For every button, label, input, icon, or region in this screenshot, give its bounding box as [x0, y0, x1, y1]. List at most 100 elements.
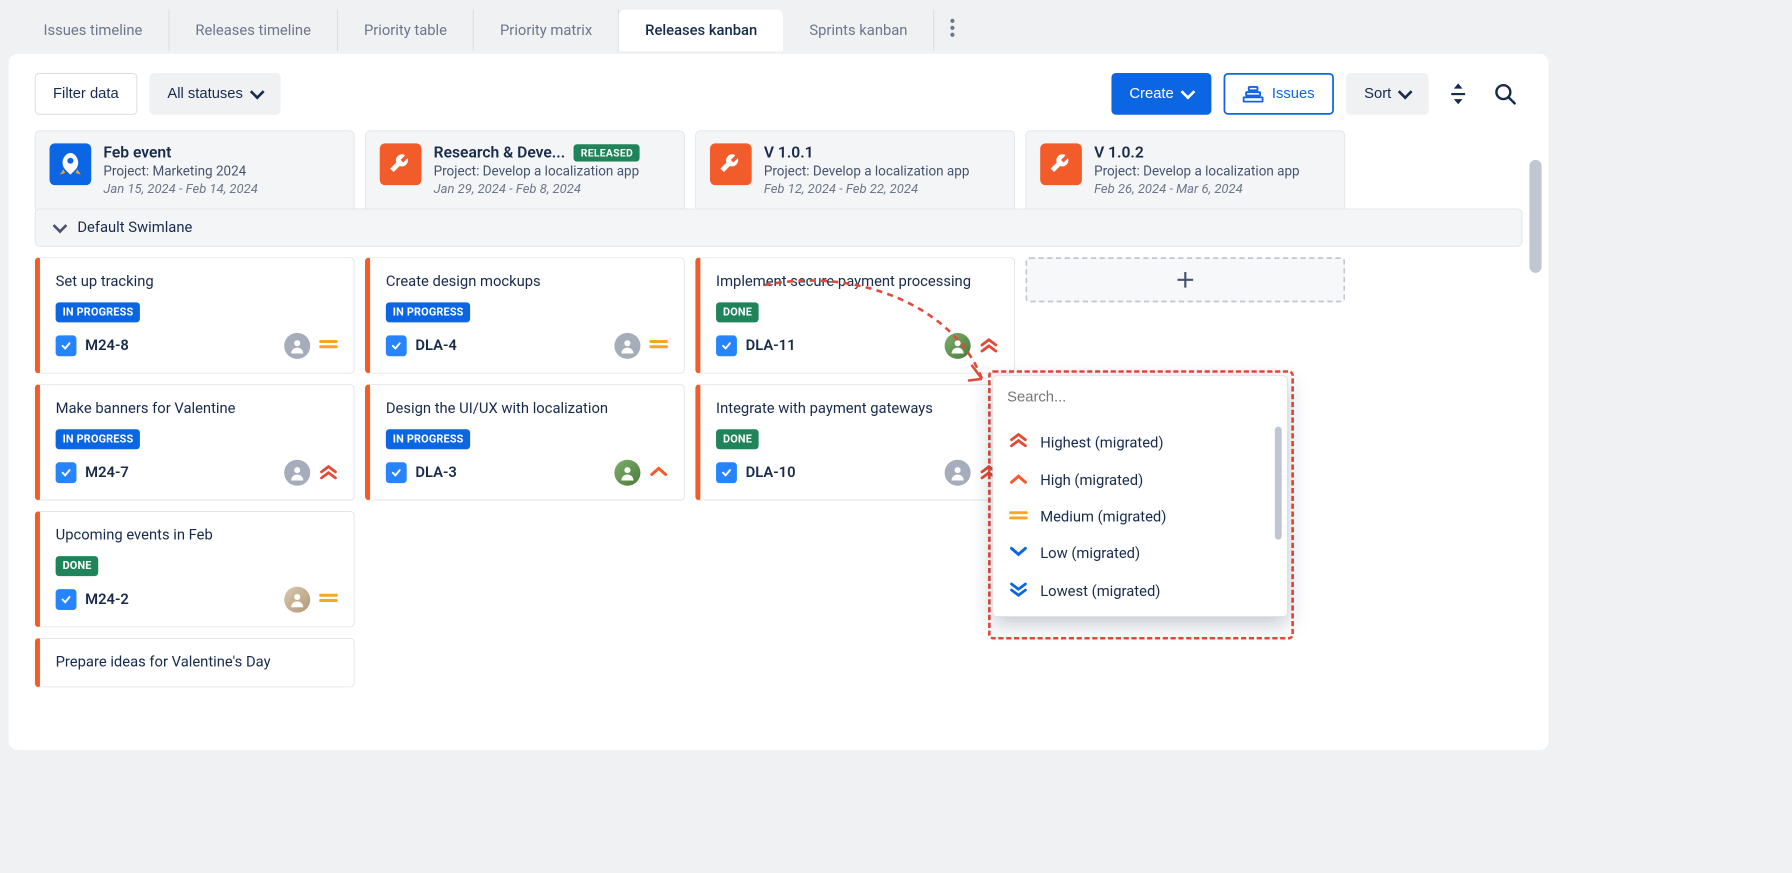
issues-label: Issues [1272, 85, 1315, 102]
chevron-down-icon [1398, 85, 1413, 100]
released-badge: RELEASED [574, 144, 640, 161]
avatar[interactable] [614, 460, 640, 486]
statuses-label: All statuses [167, 85, 243, 102]
card-title: Make banners for Valentine [56, 399, 338, 419]
card-title: Set up tracking [56, 272, 338, 292]
tab-releases-kanban[interactable]: Releases kanban [619, 10, 783, 52]
column-project: Project: Develop a localization app [434, 163, 670, 179]
priority-icon [319, 465, 338, 481]
avatar[interactable] [945, 333, 971, 359]
issues-icon [1242, 85, 1263, 102]
tab-priority-table[interactable]: Priority table [338, 10, 474, 52]
filter-data-button[interactable]: Filter data [35, 73, 137, 115]
issue-type-icon [716, 462, 737, 483]
priority-search-input[interactable] [993, 376, 1287, 418]
avatar-unassigned[interactable] [614, 333, 640, 359]
priority-option-lowest[interactable]: Lowest (migrated) [993, 572, 1287, 611]
tabs-row: Issues timeline Releases timeline Priori… [0, 0, 1557, 54]
statuses-dropdown[interactable]: All statuses [149, 73, 280, 115]
issue-card[interactable]: Make banners for Valentine IN PROGRESS M2… [35, 384, 355, 500]
more-icon [950, 18, 955, 37]
priority-icon [1009, 433, 1028, 453]
tab-releases-timeline[interactable]: Releases timeline [169, 10, 338, 52]
tab-sprints-kanban[interactable]: Sprints kanban [783, 10, 934, 52]
status-badge: DONE [716, 429, 759, 449]
priority-option-low[interactable]: Low (migrated) [993, 535, 1287, 571]
column-header-research[interactable]: Research & Deve... RELEASED Project: Dev… [365, 130, 685, 213]
column-header-feb-event[interactable]: Feb event Project: Marketing 2024 Jan 15… [35, 130, 355, 213]
status-badge: IN PROGRESS [56, 302, 141, 322]
card-title: Design the UI/UX with localization [386, 399, 668, 419]
card-title: Create design mockups [386, 272, 668, 292]
priority-icon [319, 338, 338, 354]
tab-priority-matrix[interactable]: Priority matrix [474, 10, 619, 52]
issue-key: M24-7 [85, 464, 129, 481]
search-button[interactable] [1488, 76, 1523, 111]
issues-button[interactable]: Issues [1223, 73, 1333, 115]
chevron-down-icon [53, 219, 68, 234]
card-list-col1: Create design mockups IN PROGRESS DLA-4 D… [365, 257, 685, 687]
chevron-down-icon [249, 85, 264, 100]
status-badge: IN PROGRESS [56, 429, 141, 449]
card-title: Integrate with payment gateways [716, 399, 998, 419]
avatar-unassigned[interactable] [945, 460, 971, 486]
issue-card[interactable]: Design the UI/UX with localization IN PRO… [365, 384, 685, 500]
create-label: Create [1129, 85, 1173, 102]
avatar[interactable] [284, 586, 310, 612]
issue-key: DLA-10 [746, 464, 796, 481]
status-badge: IN PROGRESS [386, 429, 471, 449]
priority-option-medium[interactable]: Medium (migrated) [993, 499, 1287, 535]
priority-icon [979, 338, 998, 354]
priority-option-high[interactable]: High (migrated) [993, 462, 1287, 498]
status-badge: DONE [56, 556, 99, 576]
scrollbar[interactable] [1275, 427, 1282, 540]
column-title: Feb event [103, 143, 171, 161]
avatar-unassigned[interactable] [284, 460, 310, 486]
collapse-button[interactable] [1441, 76, 1476, 111]
issue-key: DLA-3 [415, 464, 456, 481]
column-dates: Jan 29, 2024 - Feb 8, 2024 [434, 181, 670, 197]
priority-label: Lowest (migrated) [1040, 583, 1160, 600]
column-dates: Jan 15, 2024 - Feb 14, 2024 [103, 181, 339, 197]
page-scrollbar[interactable] [1529, 160, 1541, 273]
column-headers: Feb event Project: Marketing 2024 Jan 15… [9, 130, 1549, 213]
swimlane-default[interactable]: Default Swimlane [35, 209, 1523, 247]
column-dates: Feb 12, 2024 - Feb 22, 2024 [764, 181, 1000, 197]
issue-card[interactable]: Set up trackingIN PROGRESS M24-8 [35, 257, 355, 373]
priority-icon [1009, 472, 1028, 489]
priority-icon [1009, 581, 1028, 601]
create-button[interactable]: Create [1111, 73, 1211, 115]
priority-option-highest[interactable]: Highest (migrated) [993, 423, 1287, 462]
column-header-v101[interactable]: V 1.0.1 Project: Develop a localization … [695, 130, 1015, 213]
issue-card[interactable]: Create design mockups IN PROGRESS DLA-4 [365, 257, 685, 373]
column-header-v102[interactable]: V 1.0.2 Project: Develop a localization … [1025, 130, 1345, 213]
status-badge: IN PROGRESS [386, 302, 471, 322]
issue-key: M24-2 [85, 591, 129, 608]
status-badge: DONE [716, 302, 759, 322]
issue-card[interactable]: Integrate with payment gateways DONE DLA-… [695, 384, 1015, 500]
card-title: Prepare ideas for Valentine's Day [56, 652, 338, 672]
priority-icon [1009, 545, 1028, 562]
issue-type-icon [386, 462, 407, 483]
swimlane-label: Default Swimlane [77, 219, 192, 236]
sort-dropdown[interactable]: Sort [1346, 73, 1429, 115]
card-title: Upcoming events in Feb [56, 526, 338, 546]
issue-card[interactable]: Upcoming events in Feb DONE M24-2 [35, 511, 355, 627]
rocket-icon [50, 143, 92, 185]
issue-card[interactable]: Implement secure payment processingDONE … [695, 257, 1015, 373]
avatar-unassigned[interactable] [284, 333, 310, 359]
add-card-button[interactable] [1025, 257, 1345, 302]
issue-type-icon [716, 335, 737, 356]
priority-label: Highest (migrated) [1040, 434, 1163, 451]
issue-key: DLA-4 [415, 337, 456, 354]
issue-type-icon [56, 462, 77, 483]
tab-issues-timeline[interactable]: Issues timeline [17, 10, 169, 52]
issue-card[interactable]: Prepare ideas for Valentine's Day [35, 638, 355, 687]
collapse-icon [1448, 82, 1469, 106]
tabs-more-button[interactable] [938, 10, 968, 52]
issue-type-icon [56, 589, 77, 610]
issue-type-icon [56, 335, 77, 356]
priority-icon [319, 592, 338, 608]
column-project: Project: Marketing 2024 [103, 163, 339, 179]
card-list-col0: Set up trackingIN PROGRESS M24-8 Make ba… [35, 257, 355, 687]
